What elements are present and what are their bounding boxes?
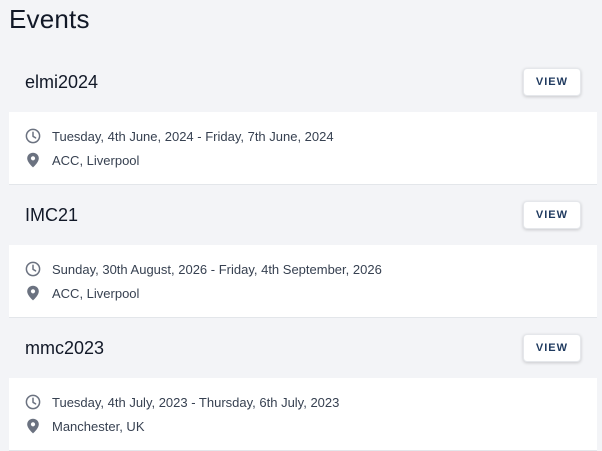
event-name: IMC21 bbox=[25, 204, 79, 225]
event-location-row: Manchester, UK bbox=[25, 414, 581, 438]
event-location: ACC, Liverpool bbox=[52, 152, 140, 168]
clock-icon bbox=[25, 394, 41, 410]
event-header: elmi2024 VIEW bbox=[9, 52, 597, 112]
event-dates-row: Tuesday, 4th July, 2023 - Thursday, 6th … bbox=[25, 390, 581, 414]
event-details: Tuesday, 4th June, 2024 - Friday, 7th Ju… bbox=[9, 112, 597, 184]
clock-icon bbox=[25, 261, 41, 277]
event-dates-row: Sunday, 30th August, 2026 - Friday, 4th … bbox=[25, 257, 581, 281]
event-details: Sunday, 30th August, 2026 - Friday, 4th … bbox=[9, 245, 597, 317]
events-list: elmi2024 VIEW Tuesday, 4th June, 2024 - … bbox=[9, 52, 597, 451]
event-name: mmc2023 bbox=[25, 337, 105, 358]
map-pin-icon bbox=[25, 285, 41, 301]
event-location-row: ACC, Liverpool bbox=[25, 281, 581, 305]
event-card: elmi2024 VIEW Tuesday, 4th June, 2024 - … bbox=[9, 52, 597, 185]
map-pin-icon bbox=[25, 418, 41, 434]
event-details: Tuesday, 4th July, 2023 - Thursday, 6th … bbox=[9, 378, 597, 450]
event-location: ACC, Liverpool bbox=[52, 285, 140, 301]
event-name: elmi2024 bbox=[25, 71, 99, 92]
event-dates: Tuesday, 4th July, 2023 - Thursday, 6th … bbox=[52, 394, 340, 410]
view-event-button[interactable]: VIEW bbox=[522, 334, 581, 362]
event-header: IMC21 VIEW bbox=[9, 185, 597, 245]
view-event-button[interactable]: VIEW bbox=[522, 201, 581, 229]
event-location: Manchester, UK bbox=[52, 418, 145, 434]
event-dates: Sunday, 30th August, 2026 - Friday, 4th … bbox=[52, 261, 382, 277]
clock-icon bbox=[25, 128, 41, 144]
map-pin-icon bbox=[25, 152, 41, 168]
event-card: IMC21 VIEW Sunday, 30th August, 2026 - F… bbox=[9, 185, 597, 318]
event-card: mmc2023 VIEW Tuesday, 4th July, 2023 - T… bbox=[9, 318, 597, 451]
event-header: mmc2023 VIEW bbox=[9, 318, 597, 378]
view-event-button[interactable]: VIEW bbox=[522, 68, 581, 96]
event-location-row: ACC, Liverpool bbox=[25, 148, 581, 172]
event-dates: Tuesday, 4th June, 2024 - Friday, 7th Ju… bbox=[52, 128, 334, 144]
event-dates-row: Tuesday, 4th June, 2024 - Friday, 7th Ju… bbox=[25, 124, 581, 148]
page-title: Events bbox=[9, 4, 90, 34]
